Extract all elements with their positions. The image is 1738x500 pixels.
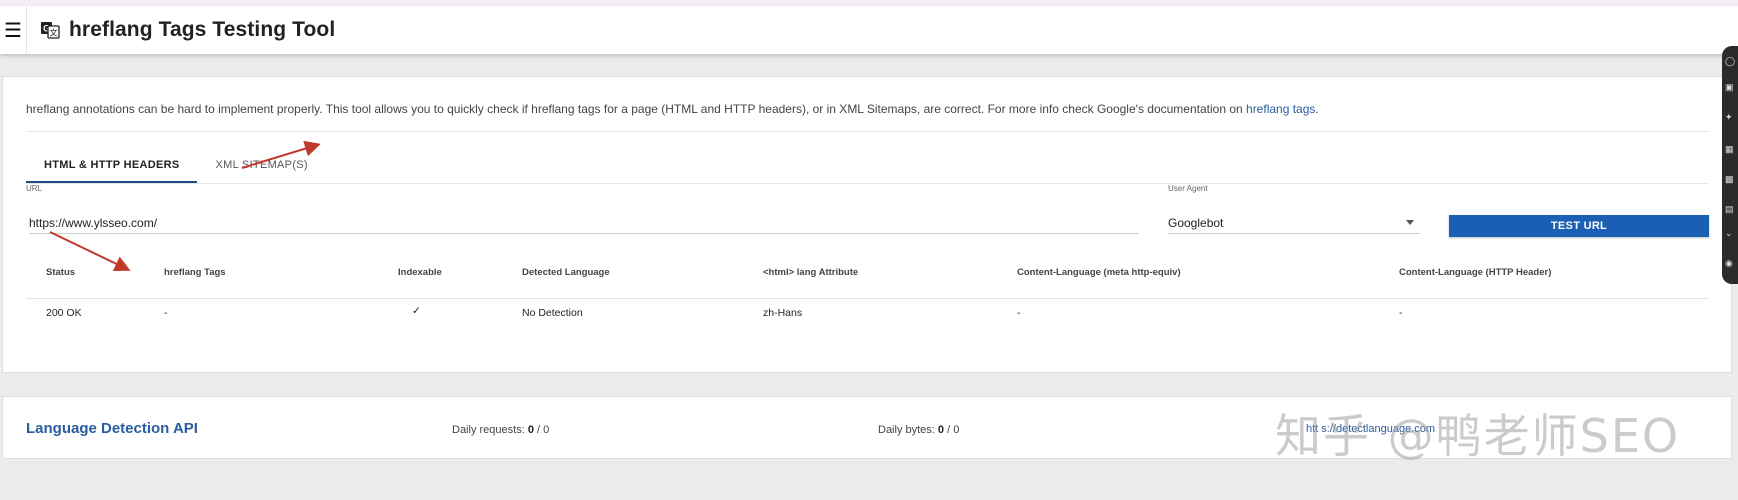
test-url-button[interactable]: TEST URL [1449,215,1709,237]
camera-icon[interactable]: ▣ [1725,80,1737,94]
divider [26,131,1709,132]
cell-hreflang-tags: - [164,307,168,319]
check-icon: ✓ [412,305,421,317]
floating-side-toolbar: ◯ ▣ ✦ ▦ ▩ ▤ ⌄ ◉ [1722,46,1738,284]
header-divider [26,298,1709,299]
url-label: URL [26,184,43,193]
tab-html-http-headers[interactable]: HTML & HTTP HEADERS [26,155,198,183]
translate-icon: G 文 [41,22,60,39]
user-agent-select[interactable]: Googlebot [1168,213,1420,234]
daily-bytes-limit: / 0 [944,424,960,436]
cell-content-language-meta: - [1017,307,1021,319]
intro-text: hreflang annotations can be hard to impl… [26,102,1319,116]
col-header-content-language-http: Content-Language (HTTP Header) [1399,267,1552,278]
settings-icon[interactable]: ◉ [1725,256,1737,270]
col-header-detected-language: Detected Language [522,267,610,278]
daily-requests-label: Daily requests: [452,424,525,436]
hreflang-docs-link[interactable]: hreflang tags [1246,102,1315,116]
app-header: ☰ G 文 hreflang Tags Testing Tool [0,6,1738,54]
cell-html-lang: zh-Hans [763,307,803,319]
col-header-status: Status [46,267,76,278]
col-header-content-language-meta: Content-Language (meta http-equiv) [1017,267,1181,278]
chevron-down-icon[interactable]: ⌄ [1725,226,1737,240]
user-agent-label: User Agent [1168,184,1208,193]
daily-requests: Daily requests: 0 / 0 [452,424,549,436]
caret-down-icon [1406,220,1414,225]
tab-xml-sitemaps[interactable]: XML SITEMAP(S) [197,155,325,183]
col-header-html-lang: <html> lang Attribute [763,267,859,278]
save-icon[interactable]: ▩ [1725,172,1737,186]
user-agent-value: Googlebot [1168,216,1224,230]
daily-requests-limit: / 0 [533,424,550,436]
daily-bytes-label: Daily bytes: [878,424,935,436]
intro-body: hreflang annotations can be hard to impl… [26,102,1247,116]
intro-end: . [1315,102,1319,116]
cell-content-language-http: - [1399,307,1403,319]
cell-detected-language: No Detection [522,307,583,319]
divider [26,183,1709,184]
image-icon[interactable]: ▦ [1725,142,1737,156]
page-title: hreflang Tags Testing Tool [69,18,336,41]
hamburger-icon[interactable]: ☰ [0,6,27,54]
shield-icon[interactable]: ◯ [1725,54,1737,68]
api-title: Language Detection API [26,420,198,437]
ai-icon[interactable]: ✦ [1725,110,1737,124]
tab-bar: HTML & HTTP HEADERS XML SITEMAP(S) [26,155,326,183]
cell-status: 200 OK [46,307,82,319]
col-header-hreflang-tags: hreflang Tags [164,267,226,278]
document-icon[interactable]: ▤ [1725,202,1737,216]
svg-text:文: 文 [50,28,58,38]
tool-card: hreflang annotations can be hard to impl… [2,76,1732,373]
daily-bytes: Daily bytes: 0 / 0 [878,424,959,436]
url-input[interactable] [29,213,1139,234]
detectlanguage-link[interactable]: htt s://detectlanguage.com [1306,423,1435,435]
language-detection-api-card: Language Detection API Daily requests: 0… [2,396,1732,459]
col-header-indexable: Indexable [398,267,442,278]
